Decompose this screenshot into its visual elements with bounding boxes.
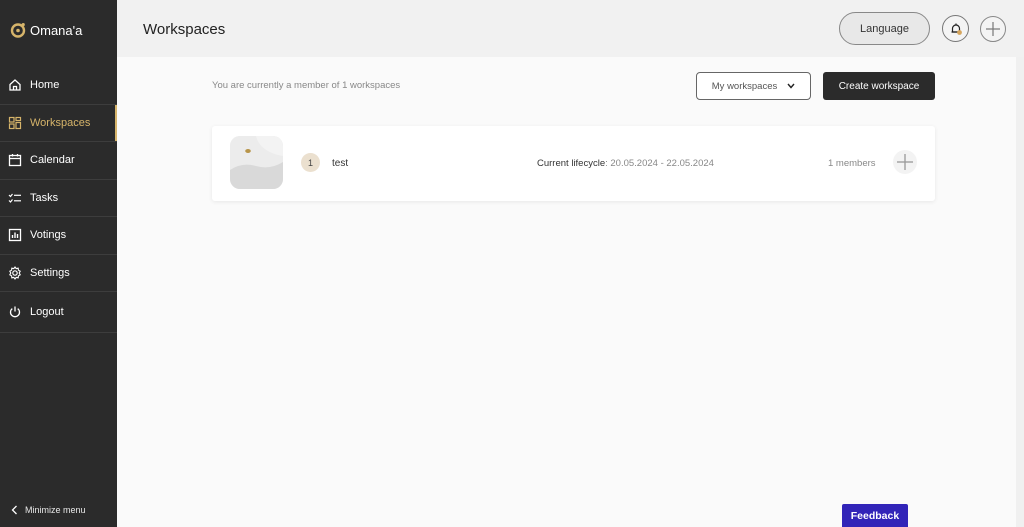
workspace-name[interactable]: test <box>332 158 348 169</box>
sidebar-item-calendar[interactable]: Calendar <box>0 142 117 180</box>
sidebar: Omana'a Home Workspaces Calendar Tasks V… <box>0 0 117 527</box>
plus-icon <box>986 22 1000 36</box>
workspaces-icon <box>8 116 22 129</box>
sidebar-item-workspaces[interactable]: Workspaces <box>0 104 117 142</box>
sidebar-item-label: Tasks <box>30 191 59 204</box>
sidebar-item-votings[interactable]: Votings <box>0 217 117 255</box>
app-name: Omana'a <box>30 22 83 38</box>
plus-icon <box>897 154 913 170</box>
app-logo[interactable]: Omana'a <box>10 20 82 40</box>
sidebar-item-label: Calendar <box>30 154 75 167</box>
logo-icon <box>10 22 26 38</box>
workspace-avatar <box>230 136 283 189</box>
votings-icon <box>8 229 22 242</box>
chevron-down-icon <box>787 83 795 89</box>
sidebar-item-home[interactable]: Home <box>0 67 117 105</box>
workspace-index-badge: 1 <box>301 153 320 172</box>
workspace-member-count: 1 members <box>828 158 876 169</box>
lifecycle-range: : 20.05.2024 - 22.05.2024 <box>605 158 714 169</box>
tasks-icon <box>8 193 21 203</box>
gear-icon <box>9 265 21 280</box>
sidebar-item-label: Votings <box>30 229 67 242</box>
workspace-placeholder-image <box>230 136 283 189</box>
sidebar-item-settings[interactable]: Settings <box>0 255 117 292</box>
add-button[interactable] <box>980 16 1006 42</box>
sidebar-item-label: Workspaces <box>30 116 91 129</box>
page-header: Workspaces Language <box>117 0 1024 57</box>
sidebar-item-logout[interactable]: Logout <box>0 292 117 333</box>
sidebar-nav: Home Workspaces Calendar Tasks Votings S… <box>0 67 117 333</box>
home-icon <box>9 79 21 91</box>
calendar-icon <box>8 154 22 167</box>
feedback-button[interactable]: Feedback <box>842 504 908 527</box>
language-button[interactable]: Language <box>839 12 930 45</box>
create-workspace-button[interactable]: Create workspace <box>823 72 935 100</box>
filter-selected-value: My workspaces <box>711 80 778 92</box>
minimize-menu-button[interactable]: Minimize menu <box>10 505 86 515</box>
sidebar-item-tasks[interactable]: Tasks <box>0 180 117 217</box>
power-icon <box>9 306 21 318</box>
page-title: Workspaces <box>143 21 226 38</box>
notifications-button[interactable] <box>942 15 969 42</box>
membership-summary: You are currently a member of 1 workspac… <box>212 80 401 91</box>
bell-icon <box>951 23 962 35</box>
workspace-lifecycle: Current lifecycle: 20.05.2024 - 22.05.20… <box>537 158 714 169</box>
main-content: You are currently a member of 1 workspac… <box>117 57 1024 527</box>
chevron-left-icon <box>11 505 17 515</box>
workspace-filter-select[interactable]: My workspaces <box>696 72 811 100</box>
page-scrollbar[interactable] <box>1016 57 1024 527</box>
workspace-add-member-button[interactable] <box>893 150 917 174</box>
sidebar-item-label: Settings <box>30 266 70 279</box>
workspace-card[interactable]: 1 test Current lifecycle: 20.05.2024 - 2… <box>212 126 935 201</box>
minimize-menu-label: Minimize menu <box>25 505 86 515</box>
sidebar-item-label: Home <box>30 79 60 92</box>
sidebar-item-label: Logout <box>30 306 64 318</box>
lifecycle-label: Current lifecycle <box>537 158 606 169</box>
